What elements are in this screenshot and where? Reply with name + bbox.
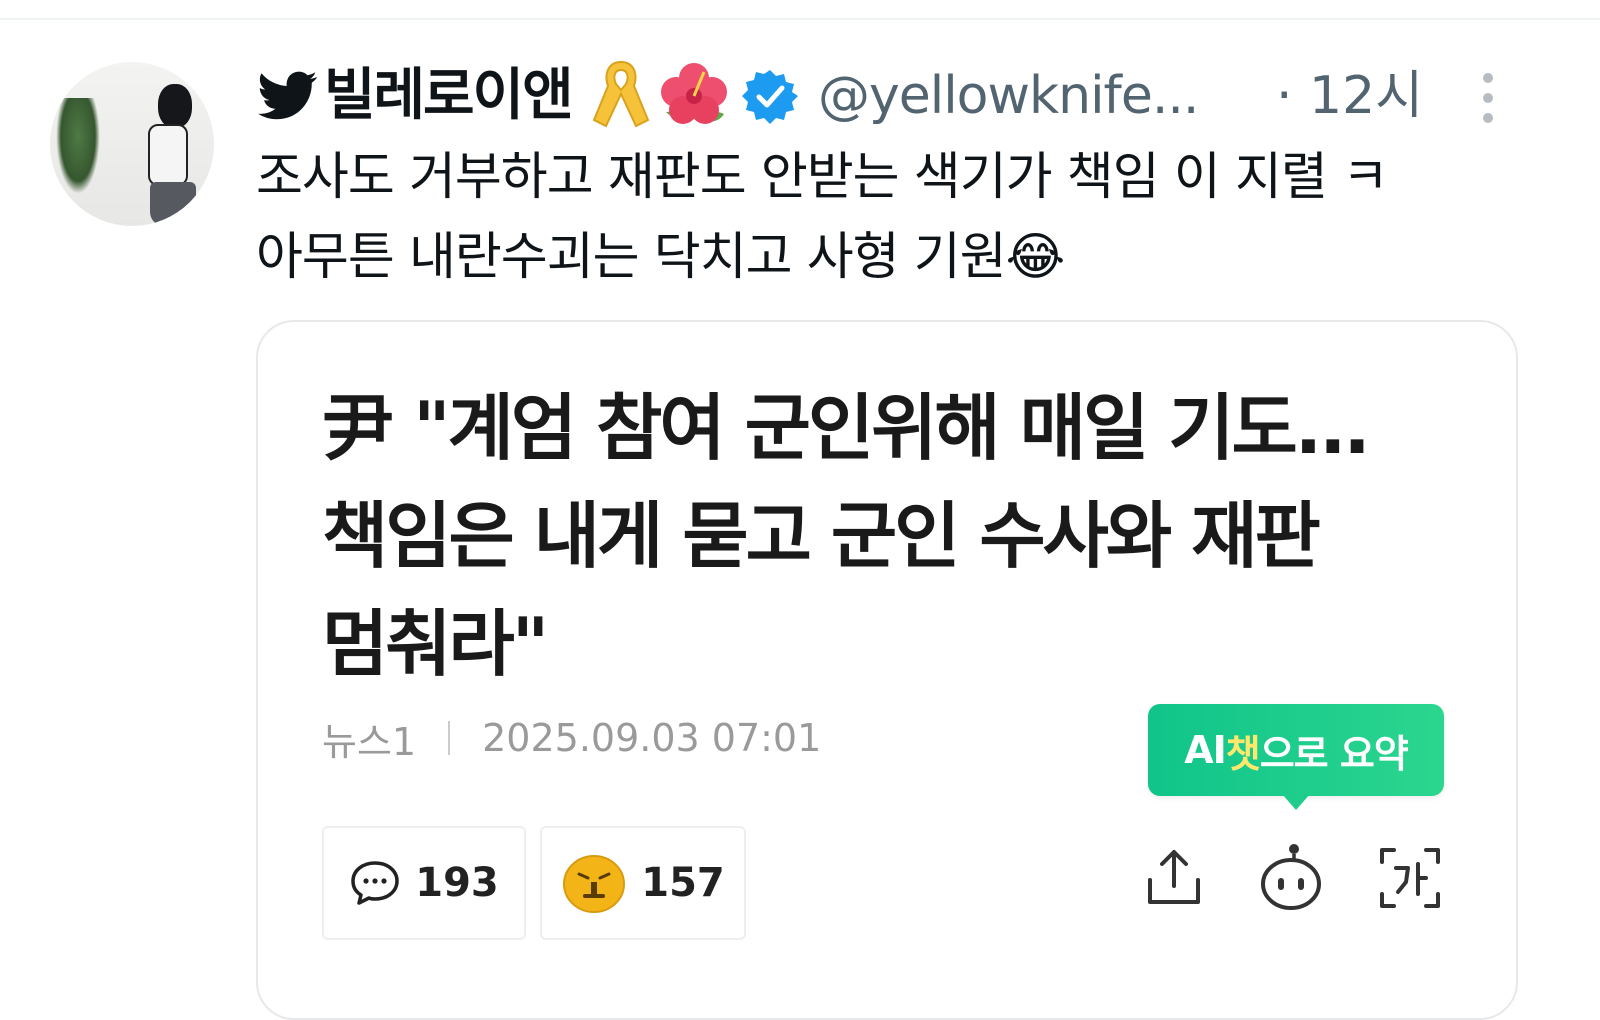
verified-badge-icon <box>742 70 798 124</box>
article-title-line: 책임은 내게 묻고 군인 수사와 재판 <box>322 494 1321 578</box>
yellow-ribbon-icon <box>592 60 650 128</box>
top-divider <box>0 18 1600 20</box>
tweet-text-line: 아무튼 내란수괴는 닥치고 사형 기원😂 <box>256 228 1065 287</box>
comment-button[interactable]: 193 <box>322 826 526 940</box>
avatar-hair <box>158 84 192 128</box>
comment-icon <box>351 861 399 905</box>
comment-count: 193 <box>415 860 499 906</box>
ai-summary-suffix: 으로 요약 <box>1259 731 1409 776</box>
font-size-icon[interactable] <box>1378 846 1442 910</box>
avatar-plant <box>56 98 100 194</box>
reaction-button[interactable]: 157 <box>540 826 746 940</box>
display-name[interactable]: 빌레로이앤 <box>324 64 574 128</box>
user-handle[interactable]: @yellowknife... <box>818 64 1199 128</box>
ai-bubble-tail <box>1282 794 1310 810</box>
tweet-header: 빌레로이앤 @yellowknife... · 12시 <box>258 56 1508 132</box>
angry-face-icon <box>563 855 626 913</box>
reaction-count: 157 <box>641 860 725 906</box>
ai-summary-prefix: AI <box>1184 728 1227 772</box>
article-title[interactable]: 尹 "계엄 참여 군인위해 매일 기도... 책임은 내게 묻고 군인 수사와 … <box>322 374 1472 698</box>
ai-summary-accent: 챗 <box>1225 731 1261 776</box>
meta-divider <box>448 721 451 755</box>
avatar[interactable] <box>50 62 214 226</box>
avatar-skirt <box>150 182 196 226</box>
tweet-timestamp[interactable]: · 12시 <box>1276 64 1423 128</box>
article-datetime: 2025.09.03 07:01 <box>482 716 822 760</box>
article-meta: 뉴스1 2025.09.03 07:01 <box>322 714 822 764</box>
news-card[interactable]: 尹 "계엄 참여 군인위해 매일 기도... 책임은 내게 묻고 군인 수사와 … <box>256 320 1518 1020</box>
font-frame-icon <box>1380 848 1440 908</box>
ai-bot-icon[interactable] <box>1258 842 1324 912</box>
article-title-line: 尹 "계엄 참여 군인위해 매일 기도... <box>322 386 1371 470</box>
hibiscus-icon <box>661 63 727 124</box>
share-icon[interactable] <box>1144 846 1204 908</box>
ai-summary-button[interactable]: AI 챗 으로 요약 <box>1148 704 1444 810</box>
twitter-bird-icon <box>258 71 317 120</box>
more-vertical-icon[interactable] <box>1476 68 1500 128</box>
avatar-body <box>148 124 188 186</box>
article-source: 뉴스1 <box>322 719 417 764</box>
tweet-text-line: 조사도 거부하고 재판도 안받는 색기가 책임 이 지렬 ㅋ <box>256 148 1389 207</box>
tweet-text: 조사도 거부하고 재판도 안받는 색기가 책임 이 지렬 ㅋ 아무튼 내란수괴는… <box>256 138 1576 298</box>
article-title-line: 멈춰라" <box>322 602 549 686</box>
